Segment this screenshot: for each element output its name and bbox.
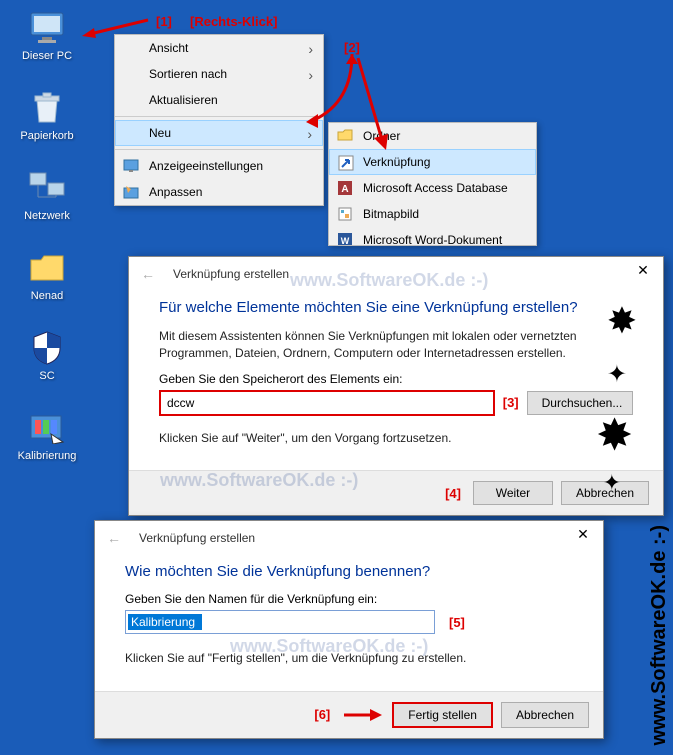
display-icon bbox=[123, 158, 139, 174]
dialog-title: Wie möchten Sie die Verknüpfung benennen… bbox=[125, 563, 573, 580]
ctx-sort[interactable]: Sortieren nach bbox=[115, 61, 323, 87]
desktop-icon-recycle[interactable]: Papierkorb bbox=[12, 88, 82, 142]
context-menu-desktop: Ansicht Sortieren nach Aktualisieren Neu… bbox=[114, 34, 324, 206]
ctx-label: Anzeigeeinstellungen bbox=[149, 159, 263, 173]
desktop-icon-kalibrierung[interactable]: Kalibrierung bbox=[12, 408, 82, 462]
location-input[interactable] bbox=[159, 390, 495, 416]
dialog-head-text: Verknüpfung erstellen bbox=[173, 267, 289, 281]
ctx-new-shortcut[interactable]: Verknüpfung bbox=[329, 149, 536, 175]
dialog-desc: Mit diesem Assistenten können Sie Verknü… bbox=[159, 328, 633, 362]
ctx-new-folder[interactable]: Ordner bbox=[329, 123, 536, 149]
desktop-icon-network[interactable]: Netzwerk bbox=[12, 168, 82, 222]
annotation-3: [3] bbox=[503, 395, 519, 410]
calibration-icon bbox=[27, 408, 67, 448]
annotation-1: [1] bbox=[156, 14, 172, 29]
separator bbox=[115, 149, 323, 150]
icon-label: SC bbox=[12, 370, 82, 382]
ctx-new-word[interactable]: W Microsoft Word-Dokument bbox=[329, 227, 536, 245]
pc-icon bbox=[27, 8, 67, 48]
ctx-label: Microsoft Access Database bbox=[363, 181, 508, 195]
browse-button[interactable]: Durchsuchen... bbox=[527, 391, 633, 415]
ctx-personalize[interactable]: Anpassen bbox=[115, 179, 323, 205]
desktop-icon-sc[interactable]: SC bbox=[12, 328, 82, 382]
side-watermark: www.SoftwareOK.de :-) bbox=[648, 525, 671, 745]
dialog-input-label: Geben Sie den Speicherort des Elements e… bbox=[159, 372, 633, 386]
ctx-view[interactable]: Ansicht bbox=[115, 35, 323, 61]
shield-icon bbox=[27, 328, 67, 368]
ctx-label: Microsoft Word-Dokument bbox=[363, 233, 502, 245]
bitmap-icon bbox=[337, 206, 353, 222]
icon-label: Kalibrierung bbox=[12, 450, 82, 462]
annotation-rechts: [Rechts-Klick] bbox=[190, 14, 277, 29]
folder-icon bbox=[337, 128, 353, 144]
annotation-4: [4] bbox=[445, 486, 461, 501]
ctx-label: Bitmapbild bbox=[363, 207, 419, 221]
ctx-new-access[interactable]: A Microsoft Access Database bbox=[329, 175, 536, 201]
dialog-head-text: Verknüpfung erstellen bbox=[139, 531, 255, 545]
ctx-new[interactable]: Neu bbox=[115, 120, 323, 146]
dialog-title: Für welche Elemente möchten Sie eine Ver… bbox=[159, 299, 633, 316]
annotation-6: [6] bbox=[314, 707, 330, 722]
ctx-label: Ordner bbox=[363, 129, 400, 143]
folder-user-icon bbox=[27, 248, 67, 288]
button-bar: [6] Fertig stellen Abbrechen bbox=[95, 691, 603, 738]
ctx-refresh[interactable]: Aktualisieren bbox=[115, 87, 323, 113]
personalize-icon bbox=[123, 184, 139, 200]
cancel-button[interactable]: Abbrechen bbox=[501, 702, 589, 728]
svg-text:A: A bbox=[341, 184, 348, 195]
ctx-label: Verknüpfung bbox=[363, 155, 430, 169]
name-input[interactable]: Kalibrierung bbox=[128, 614, 202, 630]
next-button[interactable]: Weiter bbox=[473, 481, 553, 505]
access-icon: A bbox=[337, 180, 353, 196]
word-icon: W bbox=[337, 232, 353, 245]
dialog-hint: Klicken Sie auf "Fertig stellen", um die… bbox=[125, 650, 573, 667]
finish-button[interactable]: Fertig stellen bbox=[392, 702, 493, 728]
dialog-header: ← Verknüpfung erstellen bbox=[95, 521, 603, 549]
ctx-display[interactable]: Anzeigeeinstellungen bbox=[115, 153, 323, 179]
network-icon bbox=[27, 168, 67, 208]
ctx-label: Neu bbox=[149, 126, 171, 140]
icon-label: Dieser PC bbox=[12, 50, 82, 62]
desktop-icon-user[interactable]: Nenad bbox=[12, 248, 82, 302]
shortcut-icon bbox=[338, 155, 354, 171]
back-icon[interactable]: ← bbox=[141, 266, 163, 282]
ctx-label: Aktualisieren bbox=[149, 93, 218, 107]
recycle-icon bbox=[27, 88, 67, 128]
ctx-label: Sortieren nach bbox=[149, 67, 227, 81]
icon-label: Netzwerk bbox=[12, 210, 82, 222]
context-submenu-new: Ordner Verknüpfung A Microsoft Access Da… bbox=[328, 122, 537, 246]
dialog-hint: Klicken Sie auf "Weiter", um den Vorgang… bbox=[159, 430, 633, 447]
arrow-6 bbox=[342, 706, 384, 724]
desktop-icon-this-pc[interactable]: Dieser PC bbox=[12, 8, 82, 62]
icon-label: Papierkorb bbox=[12, 130, 82, 142]
ctx-new-bitmap[interactable]: Bitmapbild bbox=[329, 201, 536, 227]
annotation-2: [2] bbox=[344, 40, 360, 55]
dialog-input-label: Geben Sie den Namen für die Verknüpfung … bbox=[125, 592, 573, 606]
dialog-create-shortcut-2: ✕ ← Verknüpfung erstellen Wie möchten Si… bbox=[94, 520, 604, 739]
icon-label: Nenad bbox=[12, 290, 82, 302]
annotation-5: [5] bbox=[449, 615, 465, 630]
button-bar: [4] Weiter Abbrechen bbox=[129, 470, 663, 515]
ctx-label: Anpassen bbox=[149, 185, 202, 199]
separator bbox=[115, 116, 323, 117]
back-icon[interactable]: ← bbox=[107, 530, 129, 546]
dialog-create-shortcut-1: ✕ ← Verknüpfung erstellen Für welche Ele… bbox=[128, 256, 664, 516]
cancel-button[interactable]: Abbrechen bbox=[561, 481, 649, 505]
dialog-header: ← Verknüpfung erstellen bbox=[129, 257, 663, 285]
svg-text:W: W bbox=[341, 236, 350, 245]
ctx-label: Ansicht bbox=[149, 41, 188, 55]
